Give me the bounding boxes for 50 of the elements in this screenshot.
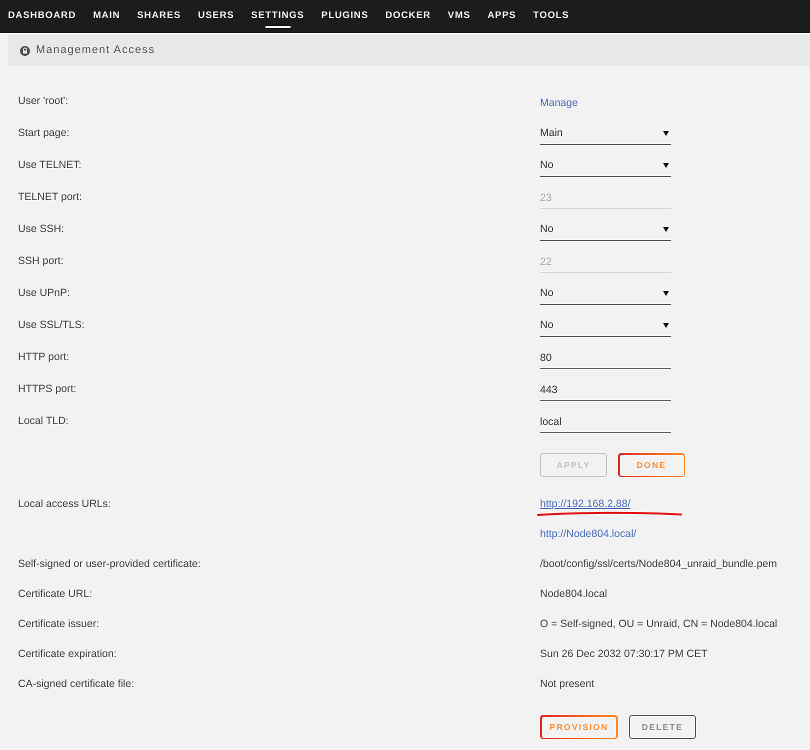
nav-tab[interactable]: APPS [487,0,516,33]
select-field[interactable]: No [540,155,671,177]
setting-label: Certificate URL: [18,587,92,602]
setting-value: Not present [540,677,594,692]
select-field[interactable]: No [540,315,671,337]
setting-label: Self-signed or user-provided certificate: [18,557,201,572]
caret-down-icon [663,163,669,168]
setting-value: /boot/config/ssl/certs/Node804_unraid_bundle.pem [540,557,777,572]
nav-tab[interactable]: TOOLS [533,0,570,33]
setting-label: Use TELNET: [18,158,82,174]
setting-label: Use SSL/TLS: [18,318,85,334]
caret-down-icon [663,291,669,296]
nav-tab[interactable]: USERS [198,0,234,33]
setting-label: HTTP port: [18,350,70,366]
manage-link[interactable]: Manage [540,97,578,109]
url-link[interactable]: http://192.168.2.88/ [540,497,630,513]
setting-label: Use SSH: [18,222,64,238]
setting-label: HTTPS port: [18,382,76,398]
setting-value: Node804.local [540,587,608,602]
select-field[interactable]: Main [540,123,671,145]
lock-icon [20,46,30,56]
section-title: Management Access [36,43,156,58]
setting-label: Use UPnP: [18,286,70,302]
setting-label: User 'root': [18,94,68,110]
select-field[interactable]: No [540,283,671,305]
setting-label: SSH port: [18,254,64,270]
setting-label: Certificate expiration: [18,647,117,662]
setting-label: Start page: [18,126,70,142]
nav-tab[interactable]: MAIN [93,0,120,33]
nav-tab[interactable]: SETTINGS [251,0,304,33]
input-field[interactable]: 80 [540,347,671,369]
select-field[interactable]: No [540,219,671,241]
input-field[interactable]: local [540,411,671,433]
setting-label: Local TLD: [18,414,69,430]
nav-tab[interactable]: SHARES [137,0,181,33]
nav-tab[interactable]: DOCKER [385,0,431,33]
setting-value: Sun 26 Dec 2032 07:30:17 PM CET [540,647,708,662]
caret-down-icon [663,323,669,328]
input-field[interactable]: 443 [540,379,671,401]
setting-value: O = Self-signed, OU = Unraid, CN = Node804.local [540,617,778,632]
setting-label: CA-signed certificate file: [18,677,134,692]
nav-tab[interactable]: DASHBOARD [8,0,76,33]
url-link[interactable]: http://Node804.local/ [540,527,636,543]
nav-tab[interactable]: PLUGINS [321,0,368,33]
setting-label: TELNET port: [18,190,82,206]
caret-down-icon [663,131,669,136]
setting-label: Certificate issuer: [18,617,100,632]
nav-tab[interactable]: VMS [448,0,470,33]
caret-down-icon [663,227,669,232]
setting-label: Local access URLs: [18,497,111,512]
